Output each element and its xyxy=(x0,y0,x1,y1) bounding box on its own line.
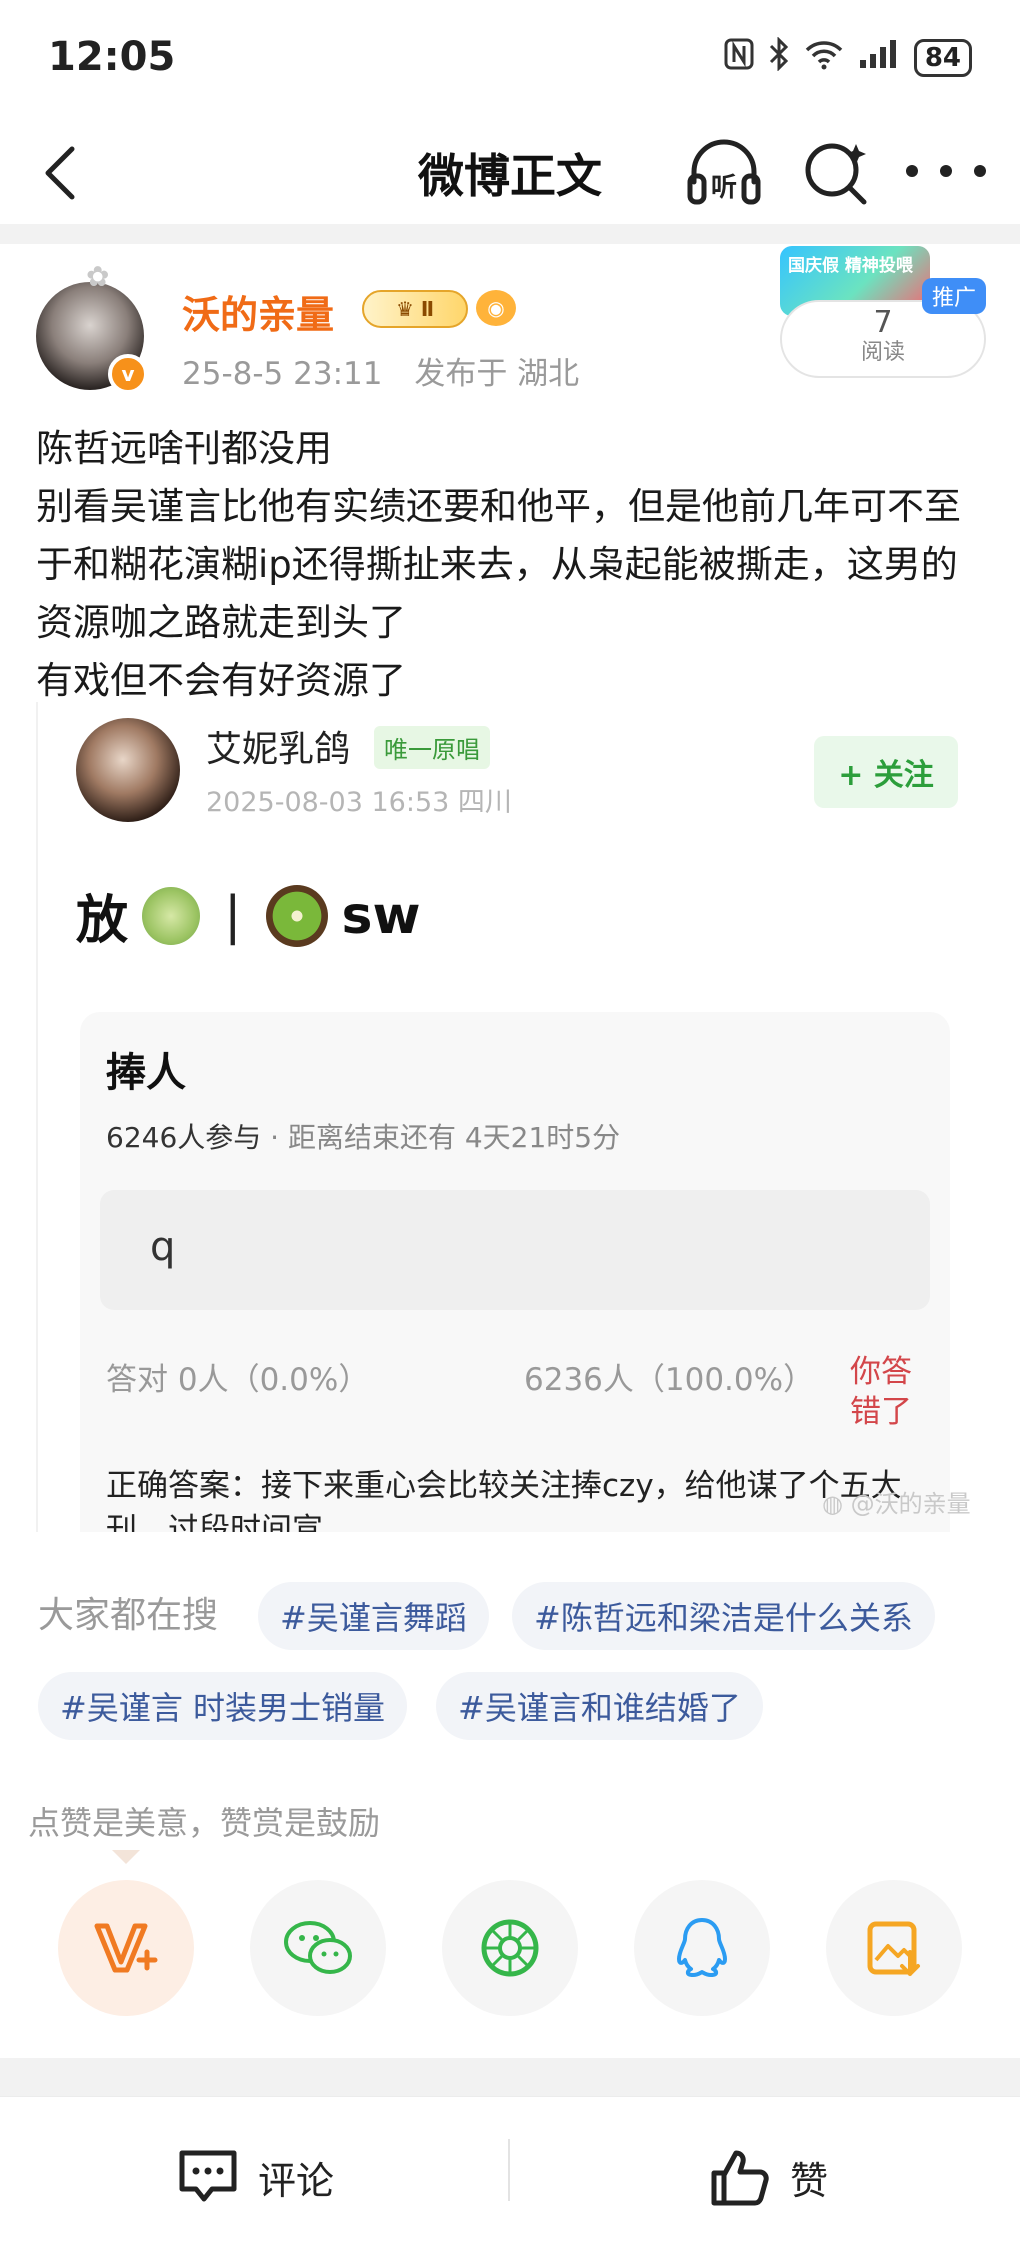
embedded-post-meta: 2025-08-03 16:53 四川 xyxy=(206,787,512,818)
comment-button[interactable]: 评论 xyxy=(176,2137,334,2217)
promo-widget[interactable]: 国庆假 精神投喂 7 阅读 推广 xyxy=(780,246,986,378)
embedded-headline: 放 | sw xyxy=(76,878,421,953)
listen-label: 听 xyxy=(711,173,737,203)
wifi-icon xyxy=(804,38,844,78)
embedded-follow-button: + 关注 xyxy=(814,736,958,808)
quiz-stats: 6246人参与 · 距离结束还有 4天21时5分 xyxy=(106,1116,620,1156)
bluetooth-icon xyxy=(768,36,790,79)
weibo-logo-icon: ◍ xyxy=(822,1490,851,1518)
search-icon xyxy=(805,143,867,205)
like-label: 赞 xyxy=(790,2158,829,2203)
like-button[interactable]: 赞 xyxy=(708,2137,828,2217)
save-image-button[interactable] xyxy=(826,1880,962,2016)
embedded-author-name: 艾妮乳鸽 xyxy=(206,729,351,770)
listen-button[interactable]: 听 xyxy=(686,136,762,208)
embedded-author-badge: 唯一原唱 xyxy=(374,726,490,769)
save-image-icon xyxy=(867,1921,920,1976)
read-label: 阅读 xyxy=(860,340,905,365)
hot-search-tag[interactable]: #吴谨言舞蹈 xyxy=(258,1582,489,1650)
status-bar: 12:05 84 xyxy=(0,0,1020,120)
quiz-title: 捧人 xyxy=(106,1050,186,1096)
share-wechat-button[interactable] xyxy=(250,1880,386,2016)
comment-icon xyxy=(179,2150,237,2202)
nfc-icon xyxy=(724,38,754,78)
thumbs-up-icon xyxy=(711,2150,769,2206)
hot-search-tag[interactable]: #陈哲远和梁洁是什么关系 xyxy=(512,1582,935,1650)
headphones-icon: 听 xyxy=(687,139,761,205)
promo-art-text: 国庆假 精神投喂 xyxy=(788,256,913,276)
share-qq-button[interactable] xyxy=(634,1880,770,2016)
hot-search-tag[interactable]: #吴谨言 时装男士销量 xyxy=(38,1672,407,1740)
quiz-participants: 6246人参与 xyxy=(106,1121,262,1154)
melon-emoji-icon xyxy=(142,886,201,945)
fan-badge-icon[interactable]: ◉ xyxy=(476,290,516,326)
hint-pointer xyxy=(112,1850,140,1864)
more-options-button[interactable] xyxy=(906,146,986,196)
search-button[interactable] xyxy=(800,136,872,208)
hot-search-tag[interactable]: #吴谨言和谁结婚了 xyxy=(436,1672,763,1740)
vip-level-badge[interactable]: ♛ Ⅱ xyxy=(362,290,468,328)
headline-suffix: sw xyxy=(341,885,421,946)
quiz-correct-stat: 答对 0人（0.0%） xyxy=(106,1362,370,1398)
battery-indicator: 84 xyxy=(913,39,972,77)
share-moments-button[interactable] xyxy=(442,1880,578,2016)
reward-v-icon xyxy=(94,1923,158,1973)
post-timestamp: 25-8-5 23:11 xyxy=(182,356,383,392)
moments-aperture-icon xyxy=(481,1919,539,1977)
promo-tag[interactable]: 推广 xyxy=(921,278,986,314)
bottom-bar-divider xyxy=(508,2139,510,2201)
more-dot-icon xyxy=(974,165,986,177)
post-body: 陈哲远啥刊都没用 别看吴谨言比他有实绩还要和他平，但是他前几年可不至于和糊花演糊… xyxy=(36,420,986,710)
author-avatar[interactable]: ✿ v xyxy=(36,260,148,394)
post-text-line: 别看吴谨言比他有实绩还要和他平，但是他前几年可不至于和糊花演糊ip还得撕扯来去，… xyxy=(36,485,961,644)
kiwi-emoji-icon xyxy=(265,884,328,947)
avatar-frame-decoration: ✿ xyxy=(86,260,110,293)
status-icons: 84 xyxy=(724,36,972,79)
bottom-action-bar: 评论 赞 xyxy=(0,2096,1020,2250)
crown-icon: ♛ xyxy=(395,297,421,321)
comment-label: 评论 xyxy=(258,2158,335,2203)
signal-icon xyxy=(858,38,900,78)
quiz-result-label: 你答错了 xyxy=(850,1354,912,1430)
quiz-deadline: · 距离结束还有 4天21时5分 xyxy=(261,1121,621,1154)
verified-badge-icon: v xyxy=(108,354,148,394)
qq-penguin-icon xyxy=(677,1918,727,1977)
author-name[interactable]: 沃的亲量 xyxy=(182,284,334,339)
more-dot-icon xyxy=(940,165,952,177)
wechat-icon xyxy=(284,1921,352,1974)
quiz-answer: 正确答案：接下来重心会比较关注捧czy，给他谋了个五大刊，过段时间宣 xyxy=(106,1468,902,1532)
headline-prefix: 放 xyxy=(76,891,129,951)
reward-button[interactable] xyxy=(58,1880,194,2016)
post-meta: 25-8-5 23:11 发布于 湖北 xyxy=(182,348,579,393)
top-nav-bar: 微博正文 听 xyxy=(0,120,1020,225)
status-time: 12:05 xyxy=(48,34,176,80)
section-divider xyxy=(0,2058,1020,2096)
post-image[interactable]: 艾妮乳鸽 唯一原唱 2025-08-03 16:53 四川 + 关注 放 | s… xyxy=(36,702,986,1532)
quiz-card: 捧人 6246人参与 · 距离结束还有 4天21时5分 q 答对 0人（0.0%… xyxy=(80,1012,950,1532)
vip-level-text: Ⅱ xyxy=(420,297,435,321)
quiz-option: q xyxy=(100,1190,930,1310)
headline-separator: | xyxy=(224,885,242,946)
quiz-wrong-stat: 6236人（100.0%） xyxy=(524,1362,815,1398)
more-dot-icon xyxy=(906,165,918,177)
quiz-option-label: q xyxy=(150,1224,176,1270)
hot-search-label: 大家都在搜 xyxy=(38,1595,219,1636)
image-watermark: ◍ @沃的亲量 xyxy=(822,1484,971,1519)
reward-hint: 点赞是美意，赞赏是鼓励 xyxy=(28,1804,381,1842)
post-text-line: 陈哲远啥刊都没用 xyxy=(36,427,332,470)
section-divider xyxy=(0,224,1020,244)
embedded-avatar xyxy=(76,718,180,822)
post-location: 发布于 湖北 xyxy=(414,356,580,392)
watermark-text: @沃的亲量 xyxy=(850,1490,971,1518)
